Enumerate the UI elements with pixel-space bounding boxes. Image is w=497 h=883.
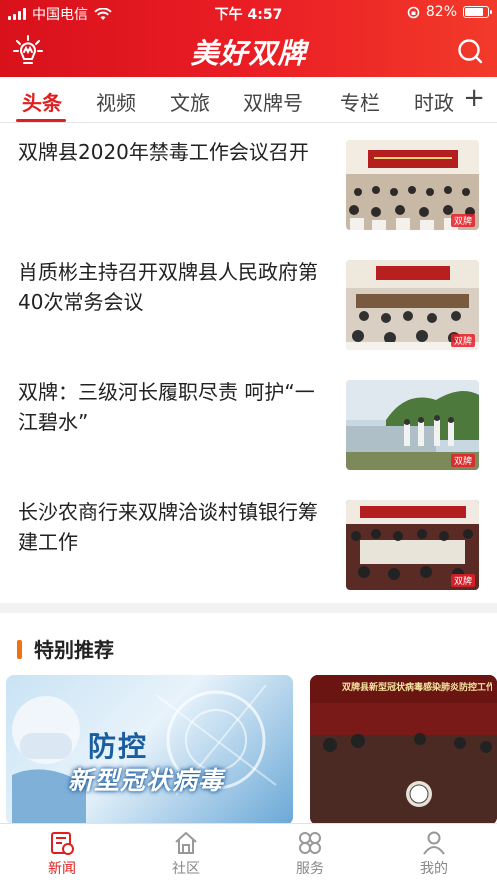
brand-title: 美好双牌 [190, 37, 307, 70]
tab-shuangpai-account[interactable]: 双牌号 [243, 87, 303, 116]
watermark-logo: 双牌 [450, 214, 475, 227]
services-icon [299, 832, 321, 854]
recommend-card[interactable]: 防控 新型冠状病毒 [6, 675, 293, 825]
nav-profile[interactable]: 我的 [394, 830, 474, 878]
battery-icon [463, 6, 492, 18]
news-title: 长沙农商行来双牌洽谈村镇银行筹建工作 [18, 500, 318, 554]
nav-label: 社区 [172, 861, 200, 877]
orientation-lock-icon [407, 6, 420, 18]
tab-video[interactable]: 视频 [96, 87, 136, 116]
battery-percent: 82% [425, 4, 457, 20]
watermark-logo: 双牌 [450, 334, 475, 347]
tab-column[interactable]: 专栏 [340, 87, 380, 116]
news-title: 双牌：三级河长履职尽责 呵护“一江碧水” [18, 380, 315, 434]
app-bar: 美好双牌 [0, 26, 497, 77]
home-icon [175, 832, 197, 854]
news-item[interactable]: 双牌：三级河长履职尽责 呵护“一江碧水” 双牌 [0, 365, 497, 483]
search-icon[interactable] [457, 38, 483, 64]
nav-label: 新闻 [48, 861, 76, 877]
app-header: 中国电信 下午 4:57 82% 美好双牌 [0, 0, 497, 77]
tab-headlines[interactable]: 头条 [22, 87, 62, 116]
news-item[interactable]: 肖质彬主持召开双牌县人民政府第40次常务会议 双牌 [0, 245, 497, 363]
news-title: 双牌县2020年禁毒工作会议召开 [18, 140, 309, 164]
watermark-logo: 双牌 [450, 454, 475, 467]
status-bar: 中国电信 下午 4:57 82% [0, 0, 497, 26]
news-thumbnail: 双牌 [346, 380, 479, 470]
channel-tabs: 头条 视频 文旅 双牌号 专栏 时政 + [0, 77, 497, 123]
watermark-logo: 双牌 [450, 574, 475, 587]
add-channel-button[interactable]: + [463, 83, 485, 113]
nav-label: 服务 [296, 861, 324, 877]
nav-services[interactable]: 服务 [270, 830, 350, 878]
news-title: 肖质彬主持召开双牌县人民政府第40次常务会议 [18, 260, 318, 314]
tab-culture-travel[interactable]: 文旅 [170, 87, 210, 116]
card-caption: 双牌县新型冠状病毒感染肺炎防控工作视频会 [342, 683, 492, 693]
card-headline: 防控 [88, 730, 149, 763]
section-accent-bar [17, 640, 22, 659]
nav-community[interactable]: 社区 [146, 830, 226, 878]
section-divider [0, 603, 497, 613]
news-item[interactable]: 长沙农商行来双牌洽谈村镇银行筹建工作 双牌 [0, 485, 497, 603]
active-tab-indicator [16, 119, 66, 122]
nav-label: 我的 [420, 861, 448, 877]
bottom-nav: 新闻 社区 服务 我的 [0, 823, 497, 883]
card-subheadline: 新型冠状病毒 [68, 766, 225, 795]
news-thumbnail: 双牌 [346, 260, 479, 350]
profile-icon [423, 831, 445, 855]
news-item[interactable]: 双牌县2020年禁毒工作会议召开 双牌 [0, 125, 497, 243]
nav-news[interactable]: 新闻 [22, 830, 102, 878]
recommend-card[interactable]: 双牌县新型冠状病毒感染肺炎防控工作视频会 [310, 675, 497, 825]
news-thumbnail: 双牌 [346, 500, 479, 590]
tab-politics[interactable]: 时政 [414, 87, 454, 116]
section-title: 特别推荐 [34, 638, 114, 662]
card-background [12, 684, 277, 825]
news-thumbnail: 双牌 [346, 140, 479, 230]
special-recommend-header: 特别推荐 [0, 630, 497, 666]
news-icon [51, 832, 74, 855]
card-background [310, 675, 497, 825]
